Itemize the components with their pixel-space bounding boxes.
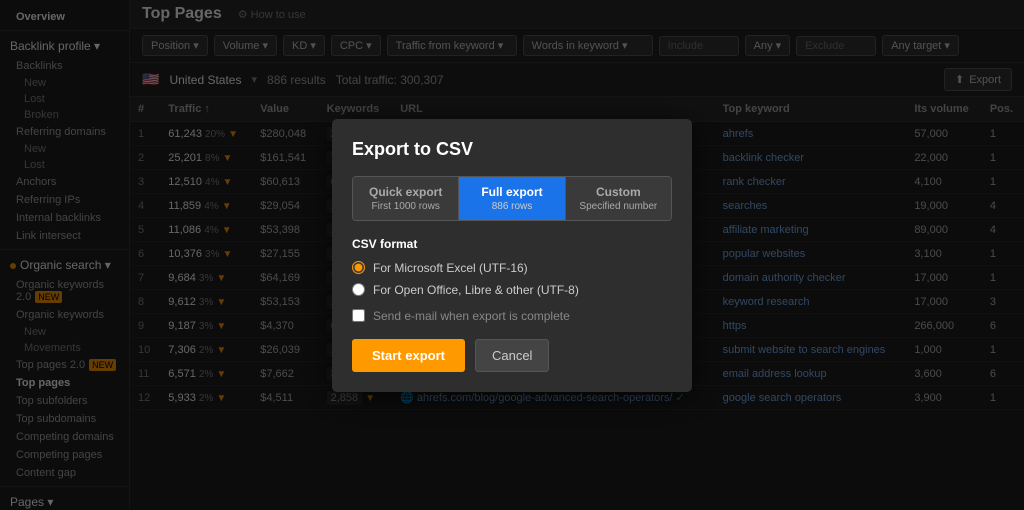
radio-open-input[interactable] — [352, 283, 365, 296]
cancel-button[interactable]: Cancel — [475, 339, 549, 372]
tab-quick-export[interactable]: Quick export First 1000 rows — [353, 177, 459, 220]
csv-format-label: CSV format — [352, 237, 672, 251]
checkbox-email-input[interactable] — [352, 309, 365, 322]
radio-excel[interactable]: For Microsoft Excel (UTF-16) — [352, 261, 672, 275]
radio-open[interactable]: For Open Office, Libre & other (UTF-8) — [352, 283, 672, 297]
export-modal: Export to CSV Quick export First 1000 ro… — [332, 119, 692, 392]
modal-overlay: Export to CSV Quick export First 1000 ro… — [0, 0, 1024, 510]
tab-custom-export[interactable]: Custom Specified number — [566, 177, 671, 220]
modal-actions: Start export Cancel — [352, 339, 672, 372]
checkbox-email[interactable]: Send e-mail when export is complete — [352, 309, 672, 323]
start-export-button[interactable]: Start export — [352, 339, 465, 372]
tab-full-export[interactable]: Full export 886 rows — [459, 177, 565, 220]
export-tabs: Quick export First 1000 rows Full export… — [352, 176, 672, 221]
radio-group: For Microsoft Excel (UTF-16) For Open Of… — [352, 261, 672, 297]
radio-excel-input[interactable] — [352, 261, 365, 274]
modal-title: Export to CSV — [352, 139, 672, 160]
